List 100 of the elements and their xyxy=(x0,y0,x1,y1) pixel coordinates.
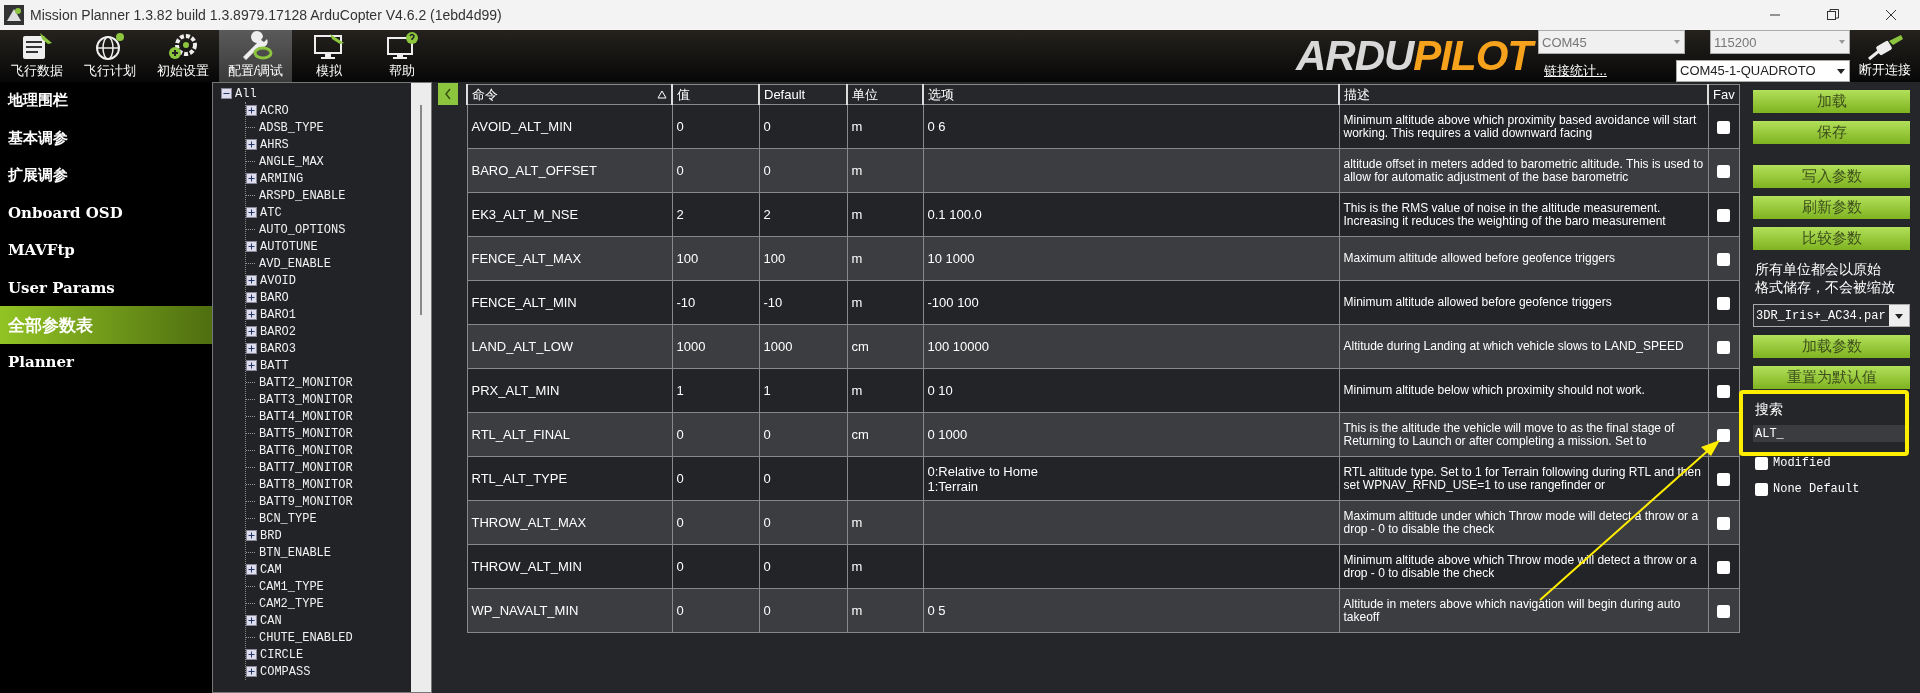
tree-item[interactable]: ADSB_TYPE xyxy=(259,120,324,135)
checkbox[interactable] xyxy=(1717,209,1730,223)
expand-icon[interactable] xyxy=(246,360,257,371)
toolbar-button[interactable]: 配置/调试 xyxy=(219,30,292,82)
column-header[interactable]: 单位 xyxy=(847,84,923,105)
checkbox[interactable] xyxy=(1717,517,1730,531)
tree-item[interactable]: BRD xyxy=(260,528,282,543)
table-cell[interactable]: 1000 xyxy=(672,324,759,369)
toolbar-button[interactable]: 飞行数据 xyxy=(0,30,73,82)
column-header[interactable]: Fav xyxy=(1708,84,1739,105)
expand-icon[interactable] xyxy=(246,343,257,354)
action-button[interactable]: 保存 xyxy=(1753,121,1910,144)
tree-item[interactable]: ANGLE_MAX xyxy=(259,154,324,169)
tree-item[interactable]: BARO xyxy=(260,290,289,305)
expand-icon[interactable] xyxy=(246,207,257,218)
column-header[interactable]: 命令 xyxy=(467,84,672,105)
checkbox[interactable] xyxy=(1717,165,1730,179)
expand-icon[interactable] xyxy=(246,326,257,337)
checkbox[interactable] xyxy=(1717,429,1730,443)
checkbox[interactable] xyxy=(1717,605,1730,619)
link-stats-link[interactable]: 链接统计... xyxy=(1544,61,1607,80)
tree-item[interactable]: BARO2 xyxy=(260,324,296,339)
expand-icon[interactable] xyxy=(246,309,257,320)
baud-dropdown[interactable]: 115200 xyxy=(1710,30,1850,54)
expand-icon[interactable] xyxy=(246,292,257,303)
sidebar-item[interactable]: User Params xyxy=(0,268,212,307)
tree-item[interactable]: ATC xyxy=(260,205,282,220)
tree-item[interactable]: BATT xyxy=(260,358,289,373)
expand-icon[interactable] xyxy=(246,139,257,150)
sidebar-item[interactable]: MAVFtp xyxy=(0,231,212,269)
toolbar-button[interactable]: 初始设置 xyxy=(146,30,219,82)
action-button[interactable]: 写入参数 xyxy=(1753,165,1910,188)
tree-item[interactable]: BATT5_MONITOR xyxy=(259,426,353,441)
expand-icon[interactable] xyxy=(246,241,257,252)
table-cell[interactable]: 0 xyxy=(672,544,759,589)
expand-icon[interactable] xyxy=(246,615,257,626)
tree-item[interactable]: ARSPD_ENABLE xyxy=(259,188,346,203)
checkbox[interactable] xyxy=(1717,473,1730,487)
tree-item[interactable]: BARO3 xyxy=(260,341,296,356)
sidebar-item[interactable]: Planner xyxy=(0,343,212,382)
tree-item[interactable]: AHRS xyxy=(260,137,289,152)
expand-icon[interactable] xyxy=(246,105,257,116)
checkbox[interactable] xyxy=(1717,297,1730,311)
toolbar-button[interactable]: 帮助 xyxy=(365,30,438,82)
tree-item[interactable]: COMPASS xyxy=(260,664,311,679)
tree-item[interactable]: BCN_TYPE xyxy=(259,511,317,526)
tree-item[interactable]: CAM1_TYPE xyxy=(259,579,324,594)
column-header[interactable]: 描述 xyxy=(1339,84,1708,105)
checkbox[interactable] xyxy=(1717,341,1730,355)
tree-item[interactable]: BATT3_MONITOR xyxy=(259,392,353,407)
tree-item[interactable]: BTN_ENABLE xyxy=(259,545,331,560)
tree-item[interactable]: BARO1 xyxy=(260,307,296,322)
tree-item[interactable]: BATT2_MONITOR xyxy=(259,375,353,390)
expand-icon[interactable] xyxy=(246,649,257,660)
checkbox[interactable] xyxy=(1717,121,1730,135)
column-header[interactable]: 值 xyxy=(672,84,759,105)
tree-item[interactable]: BATT6_MONITOR xyxy=(259,443,353,458)
column-header[interactable]: Default xyxy=(759,84,847,105)
tree-item[interactable]: ACRO xyxy=(260,103,289,118)
tree-item[interactable]: AUTO_OPTIONS xyxy=(259,222,346,237)
tree-item[interactable]: ARMING xyxy=(260,171,304,186)
table-cell[interactable]: 100 xyxy=(672,236,759,281)
toolbar-button[interactable]: 飞行计划 xyxy=(73,30,146,82)
tree-item[interactable]: BATT7_MONITOR xyxy=(259,460,353,475)
sidebar-item[interactable]: 基本调参 xyxy=(0,119,212,157)
tree-item[interactable]: AVOID xyxy=(260,273,296,288)
table-cell[interactable]: 1 xyxy=(672,368,759,413)
tree-item[interactable]: AUTOTUNE xyxy=(260,239,318,254)
sidebar-item[interactable]: Onboard OSD xyxy=(0,194,212,232)
collapse-button[interactable] xyxy=(438,83,458,105)
column-header[interactable]: 选项 xyxy=(923,84,1339,105)
tree-item[interactable]: BATT4_MONITOR xyxy=(259,409,353,424)
restore-icon[interactable] xyxy=(1827,9,1839,21)
expand-icon[interactable] xyxy=(246,275,257,286)
toolbar-button[interactable]: 模拟 xyxy=(292,30,365,82)
checkbox[interactable] xyxy=(1717,385,1730,399)
scrollbar[interactable] xyxy=(411,83,431,692)
table-cell[interactable]: 0 xyxy=(672,148,759,193)
tree-item[interactable]: CAM xyxy=(260,562,282,577)
expand-icon[interactable] xyxy=(246,530,257,541)
expand-icon[interactable] xyxy=(246,173,257,184)
action-button[interactable]: 重置为默认值 xyxy=(1753,366,1910,389)
action-button[interactable]: 刷新参数 xyxy=(1753,196,1910,219)
checkbox[interactable] xyxy=(1755,456,1768,470)
tree-item[interactable]: CAN xyxy=(260,613,282,628)
sidebar-item[interactable]: 扩展调参 xyxy=(0,156,212,195)
tree-item[interactable]: All xyxy=(235,86,257,101)
checkbox[interactable] xyxy=(1755,482,1768,496)
close-icon[interactable] xyxy=(1885,9,1897,21)
action-button[interactable]: 比较参数 xyxy=(1753,227,1910,250)
param-file-dropdown[interactable]: 3DR_Iris+_AC34.par xyxy=(1753,304,1910,327)
table-cell[interactable]: 0 xyxy=(672,104,759,149)
sidebar-item[interactable]: 地理围栏 xyxy=(0,82,212,120)
action-button[interactable]: 加载参数 xyxy=(1753,335,1910,358)
table-cell[interactable]: -10 xyxy=(672,280,759,325)
tree-item[interactable]: BATT8_MONITOR xyxy=(259,477,353,492)
table-cell[interactable]: 0 xyxy=(672,412,759,457)
expand-icon[interactable] xyxy=(246,666,257,677)
tree-item[interactable]: CIRCLE xyxy=(260,647,304,662)
table-cell[interactable]: 0 xyxy=(672,588,759,633)
